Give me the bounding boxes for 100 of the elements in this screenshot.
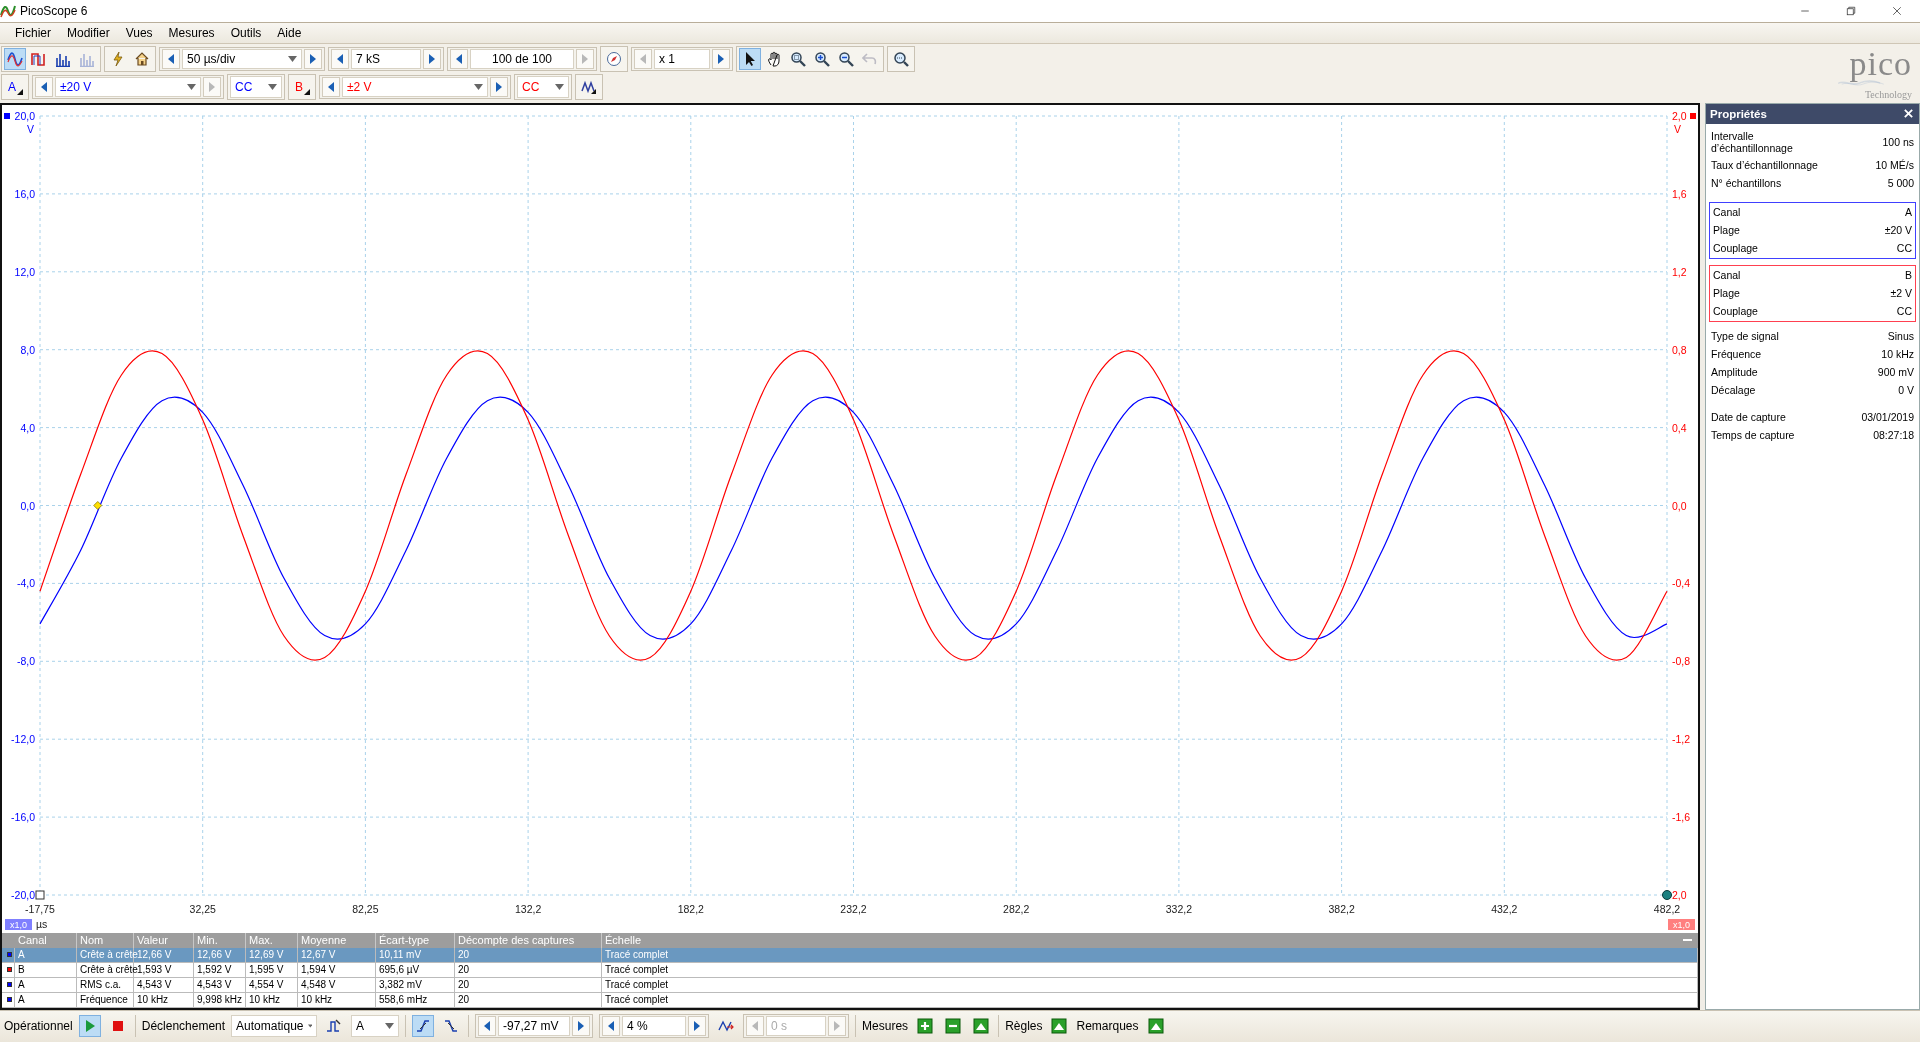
menu-item[interactable]: Modifier	[60, 26, 117, 41]
table-cell: Tracé complet	[602, 992, 1698, 1007]
next-button[interactable]	[423, 49, 441, 70]
next-button[interactable]	[304, 49, 322, 70]
trigger-marker[interactable]	[93, 500, 103, 510]
previous-button[interactable]	[35, 77, 53, 98]
previous-button[interactable]	[602, 1016, 621, 1037]
view-mode-button[interactable]	[4, 48, 26, 71]
axis-label: -17,75	[25, 902, 55, 915]
menu-item[interactable]: Aide	[270, 26, 309, 41]
unit-label: V	[1674, 122, 1681, 135]
property-label: Amplitude	[1711, 366, 1758, 379]
table-cell: 1,595 V	[246, 962, 298, 977]
menu-item[interactable]: Vues	[118, 26, 160, 41]
logo-name: pico	[1849, 48, 1913, 81]
corner-icon	[304, 89, 310, 96]
table-cell: Tracé complet	[602, 977, 1698, 992]
next-button[interactable]	[688, 1016, 707, 1037]
axis-label: 32,25	[189, 902, 216, 915]
axis-label: 20,0	[14, 109, 35, 122]
coupling-dropdown[interactable]: CC	[230, 76, 282, 99]
square-wave-icon	[31, 51, 47, 68]
previous-button[interactable]	[322, 77, 340, 98]
previous-button[interactable]	[450, 49, 468, 70]
right-arrow-icon	[495, 82, 503, 93]
range-dropdown[interactable]: ±2 V	[342, 77, 488, 98]
pretrigger-field[interactable]: 4 %	[622, 1016, 687, 1037]
trigger-mode-dropdown[interactable]: Automatique	[231, 1015, 318, 1038]
measurement-row[interactable]: A RMS c.a. 4,543 V 4,543 V 4,554 V 4,548 V 3,382 mV 20 Tracé complet	[2, 977, 1698, 993]
origin-marker[interactable]	[35, 890, 45, 900]
ruler-handle[interactable]	[1662, 889, 1672, 900]
channel-button[interactable]: A	[4, 76, 26, 99]
scale-badge: x1,0	[5, 918, 32, 930]
property-label: Décalage	[1711, 384, 1756, 397]
table-cell: 20	[455, 977, 602, 992]
hand-icon	[766, 51, 782, 68]
table-cell: A	[15, 992, 77, 1007]
left-arrow-icon	[167, 54, 175, 65]
run-button[interactable]	[78, 1015, 101, 1038]
previous-button[interactable]	[162, 49, 180, 70]
left-arrow-icon	[751, 1021, 760, 1032]
table-cell: 695,6 µV	[376, 962, 455, 977]
axis-label: 182,2	[677, 902, 704, 915]
left-arrow-icon	[40, 82, 48, 93]
next-button[interactable]	[572, 1016, 591, 1037]
property-value: Sinus	[1887, 330, 1914, 343]
close-icon	[1891, 5, 1903, 17]
measurement-row[interactable]: B Crête à crête1,593 V 1,592 V 1,595 V 1,594 V 695,6 µV 20 Tracé complet	[2, 962, 1698, 978]
up-arrow-rulers-icon	[1051, 1018, 1068, 1035]
table-cell: 20	[455, 947, 602, 962]
coupling-dropdown[interactable]: CC	[517, 76, 569, 99]
previous-button[interactable]	[478, 1016, 497, 1037]
property-label: Couplage	[1713, 242, 1758, 255]
falling-edge-icon	[443, 1018, 460, 1035]
unit-label: V	[27, 122, 34, 135]
next-button[interactable]	[712, 49, 730, 70]
sine-wave-icon	[7, 51, 23, 68]
caret-icon	[307, 1023, 313, 1030]
menu-item[interactable]: Mesures	[161, 26, 222, 41]
table-cell: 10,11 mV	[376, 947, 455, 962]
property-value: 5 000	[1887, 177, 1914, 190]
property-label: Canal	[1713, 269, 1741, 282]
zoom-field[interactable]: x 1	[654, 49, 710, 70]
scale-badge: x1,0	[1668, 918, 1695, 930]
bar-graph-icon	[55, 51, 71, 68]
next-button[interactable]	[490, 77, 508, 98]
menu-item[interactable]: Fichier	[8, 26, 58, 41]
timebase-dropdown[interactable]: 50 µs/div	[182, 49, 302, 70]
trigger-source-dropdown[interactable]: A	[351, 1015, 400, 1038]
left-arrow-icon	[483, 1021, 492, 1032]
buffer-field[interactable]: 100 de 100	[470, 49, 574, 70]
tool-button[interactable]	[739, 48, 761, 71]
axis-label: 332,2	[1165, 902, 1193, 915]
status-label: Opérationnel	[4, 1019, 73, 1034]
caret-icon	[268, 84, 277, 91]
property-value: 900 mV	[1877, 366, 1914, 379]
property-value: 10 kHz	[1881, 348, 1914, 361]
channel-button[interactable]: B	[291, 76, 313, 99]
axis-label: 2,0	[1672, 888, 1687, 901]
zoom-in-icon	[814, 51, 830, 68]
axis-label: 232,2	[840, 902, 867, 915]
samples-field[interactable]: 7 kS	[351, 49, 421, 70]
logo-tagline: Technology	[1864, 89, 1913, 101]
property-value: 10 MÉ/s	[1875, 159, 1914, 172]
right-arrow-icon	[577, 1021, 586, 1032]
edge-button[interactable]	[412, 1015, 435, 1038]
plus-measurement-icon	[917, 1018, 934, 1035]
minimize-panel-button[interactable]	[1683, 939, 1692, 942]
close-button[interactable]	[1901, 106, 1915, 121]
table-cell: 20	[455, 962, 602, 977]
property-value: ±20 V	[1884, 224, 1912, 237]
menu-item[interactable]: Outils	[223, 26, 269, 41]
right-arrow-icon	[208, 82, 216, 93]
threshold-field[interactable]: -97,27 mV	[498, 1016, 571, 1037]
previous-button[interactable]	[331, 49, 349, 70]
range-dropdown[interactable]: ±20 V	[55, 77, 201, 98]
measurement-row[interactable]: A Fréquence 10 kHz 9,998 kHz 10 kHz 10 kHz 558,6 mHz 20 Tracé complet	[2, 992, 1698, 1008]
property-label: Intervalle d’échantillonnage	[1711, 129, 1794, 154]
left-arrow-icon	[455, 54, 463, 65]
left-arrow-icon	[327, 82, 335, 93]
